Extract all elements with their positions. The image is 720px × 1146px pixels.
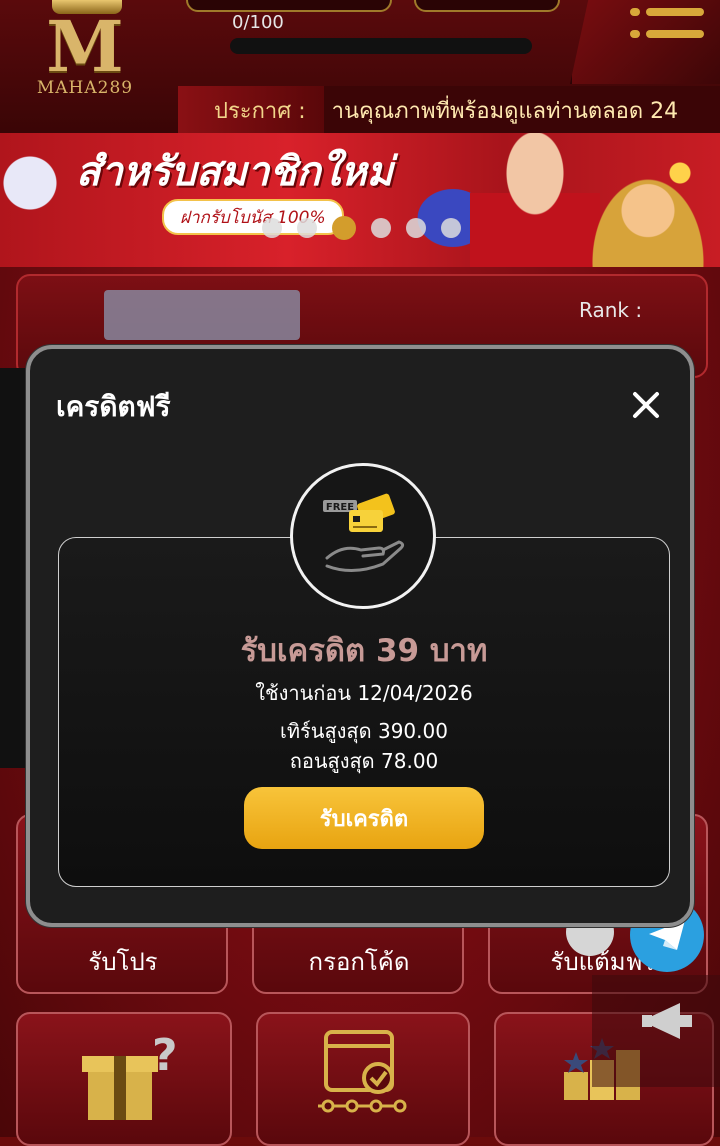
free-credit-modal: เครดิตฟรี FREE รับเครดิต 39 บาท ใช้งานก่… — [26, 345, 694, 927]
claim-credit-button[interactable]: รับเครดิต — [244, 787, 484, 849]
close-icon[interactable] — [628, 387, 664, 423]
credit-amount-title: รับเครดิต 39 บาท — [240, 633, 488, 669]
free-credit-hand-icon: FREE — [290, 463, 436, 609]
use-before-date: ใช้งานก่อน 12/04/2026 — [255, 681, 473, 705]
max-withdraw: ถอนสูงสุด 78.00 — [289, 749, 439, 773]
modal-title: เครดิตฟรี — [56, 390, 171, 423]
max-turnover: เทิร์นสูงสุด 390.00 — [280, 719, 448, 743]
